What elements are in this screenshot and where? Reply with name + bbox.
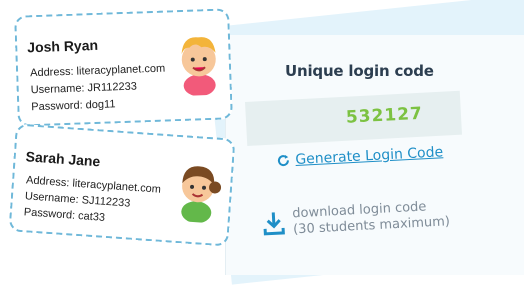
download-icon <box>263 212 285 236</box>
refresh-icon <box>277 155 289 167</box>
student-password: Password: cat33 <box>23 206 106 224</box>
student-password: Password: dog11 <box>31 98 116 114</box>
girl-avatar-icon <box>181 166 222 224</box>
boy-avatar-icon <box>181 37 216 97</box>
student-name: Josh Ryan <box>26 36 99 56</box>
panel-title: Unique login code <box>285 62 434 80</box>
student-address: Address: literacyplanet.com <box>29 62 166 80</box>
student-name: Sarah Jane <box>25 148 101 170</box>
student-username: Username: JR112233 <box>30 80 138 97</box>
student-card-josh: Josh Ryan Address: literacyplanet.com Us… <box>14 8 233 127</box>
login-code-value: 532127 <box>345 103 424 128</box>
student-card-sarah: Sarah Jane Address: literacyplanet.com U… <box>8 123 236 247</box>
